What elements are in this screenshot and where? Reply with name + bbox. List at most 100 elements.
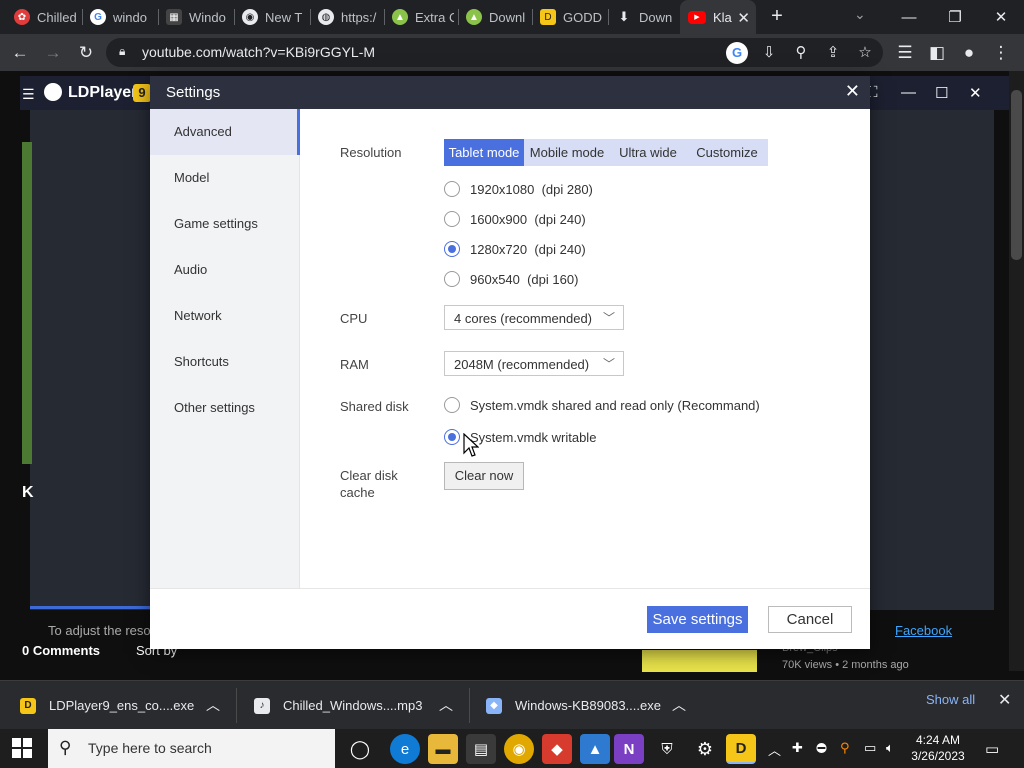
radio-button-selected[interactable] — [444, 429, 460, 445]
restore-button[interactable]: ❐ — [932, 0, 978, 34]
ldplayer-close-icon[interactable]: ✕ — [969, 84, 982, 102]
facebook-link[interactable]: Facebook — [895, 623, 952, 638]
taskbar-search[interactable]: ⚲ Type here to search — [48, 729, 335, 768]
resolution-option-label: 1600x900 (dpi 240) — [470, 211, 586, 227]
tab-search-icon[interactable]: ⌄ — [854, 6, 866, 23]
resolution-option-1280[interactable]: 1280x720 (dpi 240) — [444, 241, 586, 257]
url-text[interactable]: youtube.com/watch?v=KBi9rGGYL-M — [142, 44, 375, 60]
tab-windows-game[interactable]: ▦ Windo — [166, 0, 230, 34]
volume-icon[interactable]: 🔈︎ — [886, 740, 894, 756]
radio-button[interactable] — [444, 181, 460, 197]
windows-taskbar: ⚲ Type here to search ◯ e ▬ ▤ ◉ ◆ ▲ N ⛨ … — [0, 729, 1024, 768]
task-view-icon[interactable]: ◯ — [345, 734, 375, 764]
installer-icon: ◆ — [486, 697, 502, 714]
notification-icon[interactable]: ▭ — [985, 740, 999, 758]
onenote-icon[interactable]: N — [614, 734, 644, 764]
close-tab-icon[interactable]: ✕ — [737, 9, 750, 27]
game-icon: ▦ — [166, 9, 182, 25]
back-button[interactable]: ← — [7, 40, 33, 66]
radio-button[interactable] — [444, 211, 460, 227]
tab-godd[interactable]: D GODD — [540, 0, 604, 34]
chrome-icon[interactable]: ◉ — [504, 734, 534, 764]
youtube-icon: ▶ — [688, 10, 706, 24]
zoom-icon[interactable]: ⚲ — [790, 42, 812, 64]
download-item-mp3[interactable]: ♪ Chilled_Windows....mp3 — [254, 681, 422, 730]
show-all-link[interactable]: Show all — [926, 692, 975, 707]
tab-mobile-mode[interactable]: Mobile mode — [524, 139, 610, 166]
profile-icon[interactable]: ● — [956, 40, 982, 66]
tab-youtube-active[interactable]: ▶ Kla ✕ — [680, 0, 756, 34]
file-explorer-icon[interactable]: ▬ — [428, 734, 458, 764]
game-app-icon[interactable]: ◆ — [542, 734, 572, 764]
close-downloads-icon[interactable]: ✕ — [998, 690, 1011, 710]
tab-label: https:/ — [341, 9, 377, 25]
tab-download-1[interactable]: ▲ Downl — [466, 0, 528, 34]
related-video-thumbnail[interactable] — [642, 650, 757, 672]
tab-windows-search[interactable]: G windo — [90, 0, 152, 34]
network-off-icon[interactable]: ⛔︎ — [816, 740, 827, 756]
tab-extra[interactable]: ▲ Extra C — [392, 0, 454, 34]
tab-label: Chilled — [37, 9, 77, 25]
hamburger-icon[interactable]: ☰ — [22, 86, 35, 103]
app-icon: ✿ — [14, 9, 30, 25]
tab-customize[interactable]: Customize — [686, 139, 768, 166]
system-clock[interactable]: 4:24 AM 3/26/2023 — [904, 732, 972, 764]
radio-button-selected[interactable] — [444, 241, 460, 257]
disk-option-read-only[interactable]: System.vmdk shared and read only (Recomm… — [444, 397, 760, 413]
menu-kebab-icon[interactable]: ⋮ — [988, 40, 1014, 66]
ram-select[interactable]: 2048M (recommended) ﹀ — [444, 351, 624, 376]
ldplayer-minimize-icon[interactable]: — — [901, 84, 916, 101]
reading-list-icon[interactable]: ☰ — [892, 40, 918, 66]
share-icon[interactable]: ⇪ — [822, 42, 844, 64]
tab-label: Downl — [489, 9, 526, 25]
reload-button[interactable]: ↻ — [73, 40, 99, 66]
close-window-button[interactable]: ✕ — [978, 0, 1024, 34]
cancel-button[interactable]: Cancel — [768, 606, 852, 633]
ldplayer-title: LDPlayer — [68, 84, 138, 101]
download-item-windows-kb[interactable]: ◆ Windows-KB89083....exe — [486, 681, 661, 730]
download-item-ldplayer[interactable]: D LDPlayer9_ens_co....exe — [20, 681, 194, 730]
address-bar[interactable]: 🔒︎ youtube.com/watch?v=KBi9rGGYL-M G ⇩ ⚲… — [106, 38, 883, 67]
settings-content: Resolution Tablet mode Mobile mode Ultra… — [150, 76, 870, 588]
windows-start-icon[interactable] — [12, 738, 32, 758]
edge-icon[interactable]: e — [390, 734, 420, 764]
scrollbar-thumb[interactable] — [1011, 90, 1022, 260]
tray-app-icon[interactable]: ✚ — [792, 740, 803, 756]
tab-ultra-wide[interactable]: Ultra wide — [610, 139, 686, 166]
radio-button[interactable] — [444, 397, 460, 413]
new-tab-button[interactable]: + — [766, 3, 788, 31]
related-meta: 70K views • 2 months ago — [782, 659, 909, 671]
video-progress-bar[interactable] — [30, 606, 150, 609]
photos-icon[interactable]: ▲ — [580, 734, 610, 764]
chevron-up-icon[interactable]: ︿ — [439, 695, 453, 715]
side-panel-icon[interactable]: ◧ — [924, 40, 950, 66]
tray-overflow-icon[interactable]: ︿ — [768, 740, 781, 759]
resolution-option-1920[interactable]: 1920x1080 (dpi 280) — [444, 181, 593, 197]
cpu-select[interactable]: 4 cores (recommended) ﹀ — [444, 305, 624, 330]
resolution-mode-tabs: Tablet mode Mobile mode Ultra wide Custo… — [444, 139, 768, 166]
chevron-up-icon[interactable]: ︿ — [206, 695, 220, 715]
tab-tablet-mode[interactable]: Tablet mode — [444, 139, 524, 166]
tab-chilled[interactable]: ✿ Chilled — [14, 0, 80, 34]
google-lens-icon[interactable]: G — [726, 42, 748, 64]
resolution-option-960[interactable]: 960x540 (dpi 160) — [444, 271, 578, 287]
resolution-option-1600[interactable]: 1600x900 (dpi 240) — [444, 211, 586, 227]
network-icon[interactable]: ▭ — [864, 740, 876, 756]
chevron-up-icon[interactable]: ︿ — [672, 695, 686, 715]
minimize-button[interactable]: — — [886, 0, 932, 34]
tab-download-2[interactable]: ⬇ Down — [616, 0, 678, 34]
clear-now-button[interactable]: Clear now — [444, 462, 524, 490]
tab-https[interactable]: ◍ https:/ — [318, 0, 380, 34]
radio-button[interactable] — [444, 271, 460, 287]
save-settings-button[interactable]: Save settings — [647, 606, 748, 633]
forward-button[interactable]: → — [40, 40, 66, 66]
settings-gear-icon[interactable]: ⚙ — [690, 734, 720, 764]
ldplayer-maximize-icon[interactable]: ☐ — [935, 84, 948, 102]
tray-key-icon[interactable]: ⚲ — [840, 740, 850, 756]
tab-new[interactable]: ◉ New T — [242, 0, 306, 34]
ldplayer-taskbar-icon[interactable]: D — [726, 734, 756, 764]
install-app-icon[interactable]: ⇩ — [758, 42, 780, 64]
store-icon[interactable]: ▤ — [466, 734, 496, 764]
bookmark-star-icon[interactable]: ☆ — [854, 42, 876, 64]
security-shield-icon[interactable]: ⛨ — [652, 734, 682, 764]
